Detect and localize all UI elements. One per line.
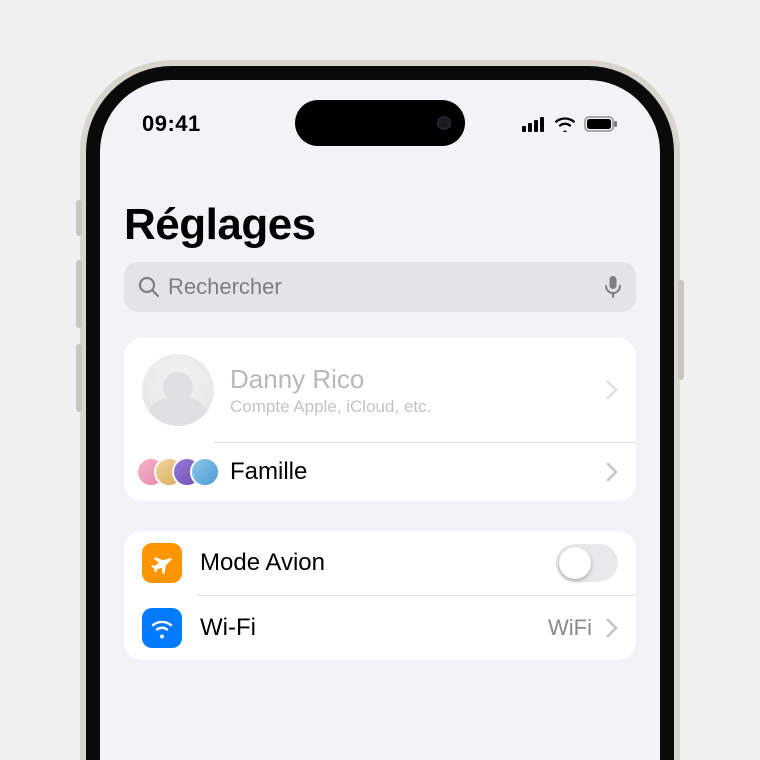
chevron-right-icon xyxy=(606,462,618,482)
microphone-icon[interactable] xyxy=(604,275,622,299)
apple-id-row[interactable]: Danny Rico Compte Apple, iCloud, etc. xyxy=(124,338,636,442)
volume-down-button xyxy=(76,344,82,412)
family-avatars xyxy=(142,457,214,487)
family-member-avatar xyxy=(190,457,220,487)
phone-frame: 09:41 xyxy=(80,60,680,760)
airplane-toggle[interactable] xyxy=(556,544,618,582)
chevron-right-icon xyxy=(606,618,618,638)
profile-subtitle: Compte Apple, iCloud, etc. xyxy=(230,397,598,417)
family-label: Famille xyxy=(230,458,598,486)
side-button xyxy=(76,200,82,236)
wifi-label: Wi-Fi xyxy=(200,614,548,642)
wifi-row[interactable]: Wi-Fi WiFi xyxy=(124,596,636,660)
account-group: Danny Rico Compte Apple, iCloud, etc. xyxy=(124,338,636,501)
wifi-icon xyxy=(554,116,576,132)
wifi-settings-icon xyxy=(142,608,182,648)
volume-up-button xyxy=(76,260,82,328)
airplane-icon xyxy=(142,543,182,583)
search-placeholder: Rechercher xyxy=(168,274,596,300)
connectivity-group: Mode Avion xyxy=(124,531,636,660)
profile-name: Danny Rico xyxy=(230,364,598,395)
family-row[interactable]: Famille xyxy=(124,443,636,501)
dynamic-island xyxy=(295,100,465,146)
power-button xyxy=(678,280,684,380)
airplane-mode-row[interactable]: Mode Avion xyxy=(124,531,636,595)
status-icons xyxy=(522,116,618,132)
search-field[interactable]: Rechercher xyxy=(124,262,636,312)
screen: 09:41 xyxy=(100,80,660,760)
wifi-value: WiFi xyxy=(548,615,592,641)
profile-text: Danny Rico Compte Apple, iCloud, etc. xyxy=(230,364,598,417)
viewport: 09:41 xyxy=(0,0,760,760)
front-camera-icon xyxy=(437,116,451,130)
phone-bezel: 09:41 xyxy=(86,66,674,760)
chevron-right-icon xyxy=(606,380,618,400)
cellular-icon xyxy=(522,116,546,132)
airplane-label: Mode Avion xyxy=(200,549,556,577)
search-icon xyxy=(138,276,160,298)
avatar xyxy=(142,354,214,426)
battery-icon xyxy=(584,116,618,132)
toggle-knob xyxy=(559,547,591,579)
status-time: 09:41 xyxy=(142,111,201,137)
settings-content: Réglages Rechercher xyxy=(100,80,660,660)
page-title: Réglages xyxy=(124,200,636,250)
